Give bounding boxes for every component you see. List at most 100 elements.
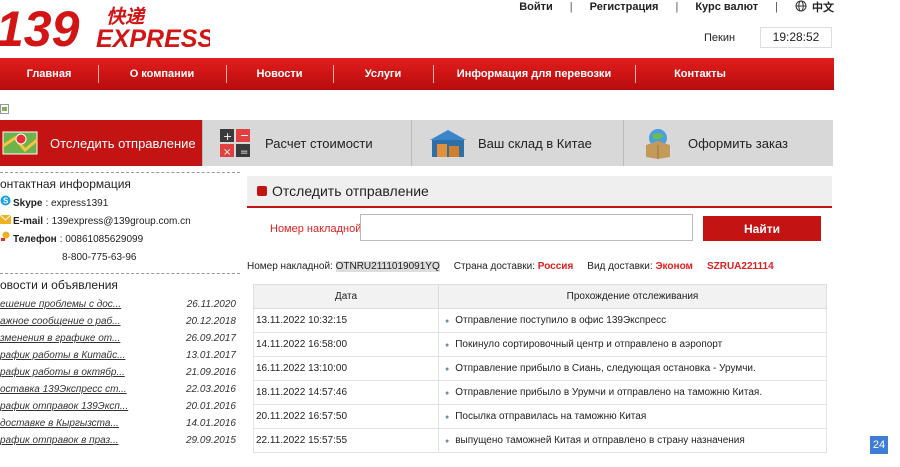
row-status: выпущено таможней Китая и отправлено в с… <box>438 428 827 453</box>
table-row: 16.11.2022 13:10:00Отправление прибыло в… <box>253 356 827 381</box>
tab-tracking[interactable]: Отследить отправление <box>0 120 202 166</box>
news-date: 20.01.2016 <box>185 401 236 412</box>
nav-news[interactable]: Новости <box>226 58 333 90</box>
tab-order[interactable]: Оформить заказ <box>623 120 833 166</box>
table-row: 18.11.2022 14:57:46Отправление прибыло в… <box>253 380 827 405</box>
news-item: рафик работы в Китайс... 13.01.2017 <box>0 347 240 364</box>
row-date: 14.11.2022 16:58:00 <box>253 332 439 357</box>
svg-text:−: − <box>240 129 249 142</box>
news-title: овости и объявления <box>0 273 240 296</box>
table-row: 20.11.2022 16:57:50Посылка отправилась н… <box>253 404 827 429</box>
contact-title: онтактная информация <box>0 172 240 195</box>
tracking-number-label: Номер накладной: <box>270 223 365 235</box>
section-title: Отследить отправление <box>247 176 832 208</box>
news-list: ешение проблемы с дос... 26.11.2020 ажное … <box>0 296 240 449</box>
svg-text:=: = <box>240 147 248 158</box>
news-item: ешение проблемы с дос... 26.11.2020 <box>0 296 240 313</box>
row-status: Отправление поступило в офис 139Экспресс <box>438 308 827 333</box>
find-button[interactable]: Найти <box>703 216 821 241</box>
nav-shipping-info[interactable]: Информация для перевозки <box>433 58 635 90</box>
login-link[interactable]: Войти <box>519 1 553 13</box>
row-date: 20.11.2022 16:57:50 <box>253 404 439 429</box>
globe-icon <box>795 0 807 15</box>
language-link[interactable]: 中文 <box>812 0 834 15</box>
news-link[interactable]: рафик отправок 139Эксп... <box>0 398 128 415</box>
page-title: Отследить отправление <box>272 183 429 199</box>
nav-services[interactable]: Услуги <box>333 58 433 90</box>
row-status: Отправление прибыло в Сиань, следующая о… <box>438 356 827 381</box>
tab-warehouse[interactable]: Ваш склад в Китае <box>411 120 623 166</box>
email-icon <box>0 213 12 231</box>
logo[interactable]: 139 快递 EXPRESS <box>0 1 214 57</box>
separator: | <box>775 1 778 13</box>
info-number-label: Номер накладной: <box>247 261 333 272</box>
news-item: рафик отправок 139Эксп... 20.01.2016 <box>0 398 240 415</box>
main-nav: Главная О компании Новости Услуги Информ… <box>0 58 834 90</box>
news-item: рафик работы в октябр... 21.09.2016 <box>0 364 240 381</box>
calculator-icon: + − × = <box>215 127 255 159</box>
row-status: Покинуло сортировочный центр и отправлен… <box>438 332 827 357</box>
phone-value-2: 8-800-775-63-96 <box>62 252 137 263</box>
tab-calculator[interactable]: + − × = Расчет стоимости <box>202 120 411 166</box>
tracking-number-input[interactable] <box>360 214 693 241</box>
row-date: 22.11.2022 15:57:55 <box>253 428 439 453</box>
table-row: 13.11.2022 10:32:15Отправление поступило… <box>253 308 827 333</box>
news-link[interactable]: рафик отправок в праз... <box>0 432 119 449</box>
skype-label: Skype <box>13 198 43 209</box>
colon: : <box>46 216 49 227</box>
news-link[interactable]: зменения в графике от... <box>0 330 120 347</box>
news-link[interactable]: доставке в Кыргызста... <box>0 415 119 432</box>
row-date: 13.11.2022 10:32:15 <box>253 308 439 333</box>
register-link[interactable]: Регистрация <box>590 1 659 13</box>
skype-row: S Skype: express1391 <box>0 195 240 213</box>
news-link[interactable]: оставка 139Экспресс ст... <box>0 381 127 398</box>
news-date: 29.09.2015 <box>185 435 236 446</box>
header-date: Дата <box>253 284 439 309</box>
info-number: OTNRU2111019091YQ <box>335 261 440 272</box>
clock-time: 19:28:52 <box>760 27 832 48</box>
news-date: 21.09.2016 <box>185 367 236 378</box>
colon: : <box>59 234 63 245</box>
separator: | <box>569 1 573 13</box>
nav-about[interactable]: О компании <box>98 58 226 90</box>
news-date: 13.01.2017 <box>185 350 236 361</box>
email-value[interactable]: 139express@139group.com.cn <box>52 213 191 231</box>
tab-warehouse-label: Ваш склад в Китае <box>478 135 592 151</box>
info-country: Россия <box>537 261 574 272</box>
header-status: Прохождение отслеживания <box>438 284 827 309</box>
globe-box-icon <box>638 127 678 159</box>
news-date: 26.09.2017 <box>185 333 236 344</box>
news-link[interactable]: ешение проблемы с дос... <box>0 296 121 313</box>
logo-number: 139 <box>0 2 80 54</box>
news-item: зменения в графике от... 26.09.2017 <box>0 330 240 347</box>
broken-image-icon <box>0 104 10 118</box>
map-pin-icon <box>0 127 40 159</box>
sidebar: онтактная информация S Skype: express139… <box>0 172 240 449</box>
nav-contacts[interactable]: Контакты <box>635 58 765 90</box>
news-link[interactable]: рафик работы в октябр... <box>0 364 125 381</box>
news-link[interactable]: рафик работы в Китайс... <box>0 347 125 364</box>
tab-tracking-label: Отследить отправление <box>50 135 196 151</box>
logo-express: EXPRESS <box>96 25 210 53</box>
tab-calculator-label: Расчет стоимости <box>265 135 373 151</box>
table-header-row: Дата Прохождение отслеживания <box>253 284 827 309</box>
row-date: 18.11.2022 14:57:46 <box>253 380 439 405</box>
nav-home[interactable]: Главная <box>0 58 98 90</box>
clock-city: Пекин <box>704 32 736 44</box>
phone-value: 00861085629099 <box>65 234 144 245</box>
news-link[interactable]: ажное сообщение о раб... <box>0 313 121 330</box>
skype-value: express1391 <box>51 198 109 209</box>
row-date: 16.11.2022 13:10:00 <box>253 356 439 381</box>
news-date: 26.11.2020 <box>186 299 236 310</box>
page-badge[interactable]: 24 <box>870 436 888 454</box>
info-country-label: Страна доставки: <box>453 261 535 272</box>
phone-label: Телефон <box>13 234 57 245</box>
news-item: рафик отправок в праз... 29.09.2015 <box>0 432 240 449</box>
info-type-label: Вид доставки: <box>587 261 653 272</box>
news-date: 20.12.2018 <box>185 316 236 327</box>
news-item: ажное сообщение о раб... 20.12.2018 <box>0 313 240 330</box>
svg-text:×: × <box>223 147 231 158</box>
svg-text:S: S <box>3 197 9 206</box>
exchange-rate-link[interactable]: Курс валют <box>695 1 758 13</box>
news-date: 22.03.2016 <box>185 384 236 395</box>
